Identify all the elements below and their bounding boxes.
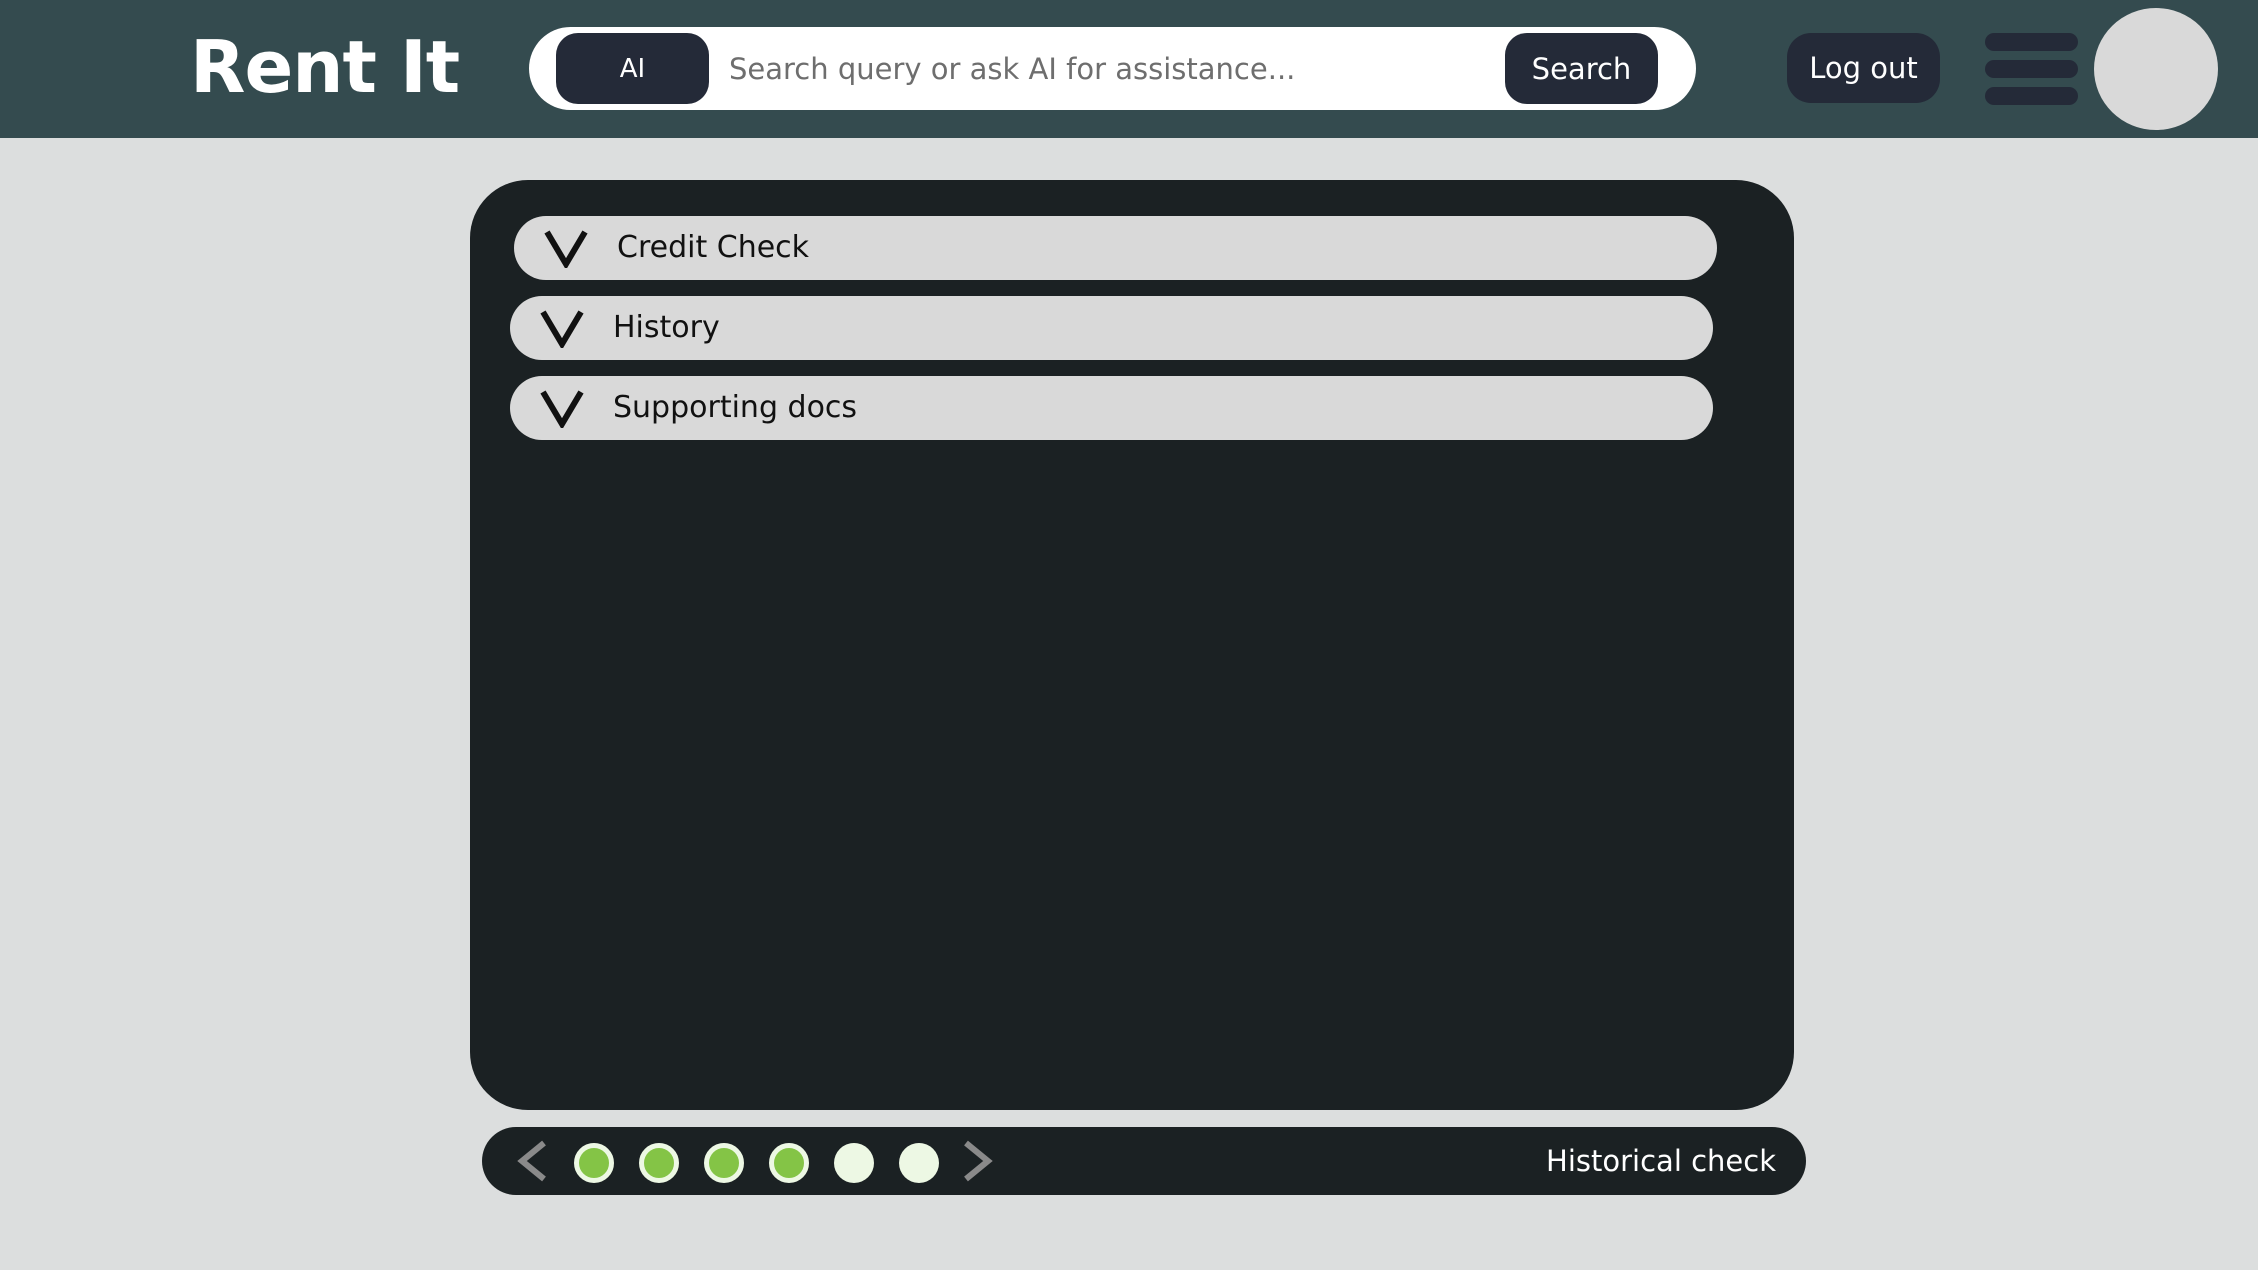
accordion-item-history[interactable]: History — [510, 296, 1713, 360]
logout-button[interactable]: Log out — [1787, 33, 1940, 103]
review-panel: Credit Check History Supporting docs — [470, 180, 1794, 1110]
chevron-right-icon[interactable] — [958, 1139, 998, 1183]
chevron-down-icon — [540, 390, 584, 428]
ai-mode-button[interactable]: AI — [556, 33, 709, 104]
chevron-left-icon[interactable] — [512, 1139, 552, 1183]
step-indicator — [574, 1143, 614, 1183]
step-indicator — [704, 1143, 744, 1183]
accordion-item-supporting-docs[interactable]: Supporting docs — [510, 376, 1713, 440]
search-bar: AI Search — [529, 27, 1696, 110]
user-avatar[interactable] — [2094, 8, 2218, 130]
step-indicator — [899, 1143, 939, 1183]
search-button[interactable]: Search — [1505, 33, 1658, 104]
step-indicator — [639, 1143, 679, 1183]
accordion-label: Credit Check — [617, 230, 810, 265]
step-indicator — [769, 1143, 809, 1183]
accordion-item-credit-check[interactable]: Credit Check — [514, 216, 1717, 280]
hamburger-menu-icon[interactable] — [1985, 33, 2078, 105]
step-indicator — [834, 1143, 874, 1183]
accordion-label: Supporting docs — [613, 390, 858, 425]
search-input[interactable] — [729, 37, 1509, 100]
chevron-down-icon — [544, 230, 588, 268]
current-step-label: Historical check — [1546, 1144, 1776, 1178]
top-navigation-bar: Rent It AI Search Log out — [0, 0, 2258, 138]
accordion-label: History — [613, 310, 720, 345]
chevron-down-icon — [540, 310, 584, 348]
brand-logo: Rent It — [190, 25, 460, 109]
step-progress-bar: Historical check — [482, 1127, 1806, 1195]
